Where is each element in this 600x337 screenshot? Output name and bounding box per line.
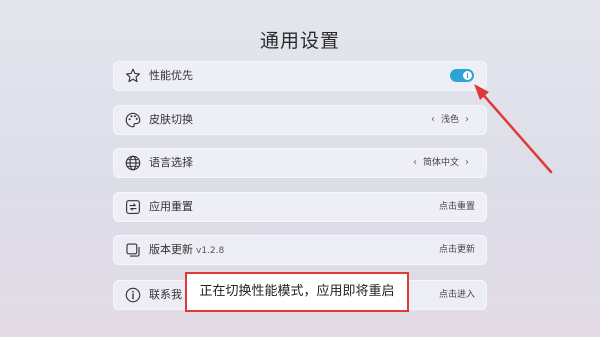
setting-label-update: 版本更新 v1.2.8 (149, 235, 224, 265)
setting-row-performance[interactable]: 性能优先 (113, 61, 487, 91)
star-icon (124, 67, 142, 85)
globe-icon (124, 154, 142, 172)
chevron-right-icon[interactable]: › (459, 114, 475, 125)
setting-row-skin[interactable]: 皮肤切换 ‹ 浅色 › (113, 105, 487, 135)
refresh-icon (124, 198, 142, 216)
copy-icon (124, 241, 142, 259)
setting-row-reset[interactable]: 应用重置 点击重置 (113, 192, 487, 222)
update-action[interactable]: 点击更新 (439, 235, 475, 265)
setting-label-contact: 联系我 (149, 288, 182, 301)
setting-row-update[interactable]: 版本更新 v1.2.8 点击更新 (113, 235, 487, 265)
contact-action[interactable]: 点击进入 (439, 280, 475, 310)
toggle-knob (463, 71, 472, 80)
setting-label-language: 语言选择 (149, 156, 193, 169)
setting-label-performance: 性能优先 (149, 69, 193, 82)
version-text: v1.2.8 (196, 246, 225, 256)
chevron-right-icon[interactable]: › (459, 157, 475, 168)
performance-toggle[interactable] (450, 69, 474, 82)
update-label-text: 版本更新 (149, 243, 193, 256)
info-icon (124, 286, 142, 304)
page-title: 通用设置 (259, 30, 340, 52)
chevron-left-icon[interactable]: ‹ (407, 157, 423, 168)
language-value: 简体中文 (422, 158, 459, 168)
reset-action[interactable]: 点击重置 (439, 192, 475, 222)
setting-label-reset: 应用重置 (149, 200, 193, 213)
toast-message: 正在切换性能模式，应用即将重启 (185, 272, 409, 312)
language-selector[interactable]: ‹ 简体中文 › (407, 148, 475, 178)
setting-label-skin: 皮肤切换 (149, 113, 193, 126)
palette-icon (124, 111, 142, 129)
skin-value: 浅色 (440, 115, 459, 125)
chevron-left-icon[interactable]: ‹ (425, 114, 441, 125)
skin-selector[interactable]: ‹ 浅色 › (425, 105, 475, 135)
setting-row-language[interactable]: 语言选择 ‹ 简体中文 › (113, 148, 487, 178)
